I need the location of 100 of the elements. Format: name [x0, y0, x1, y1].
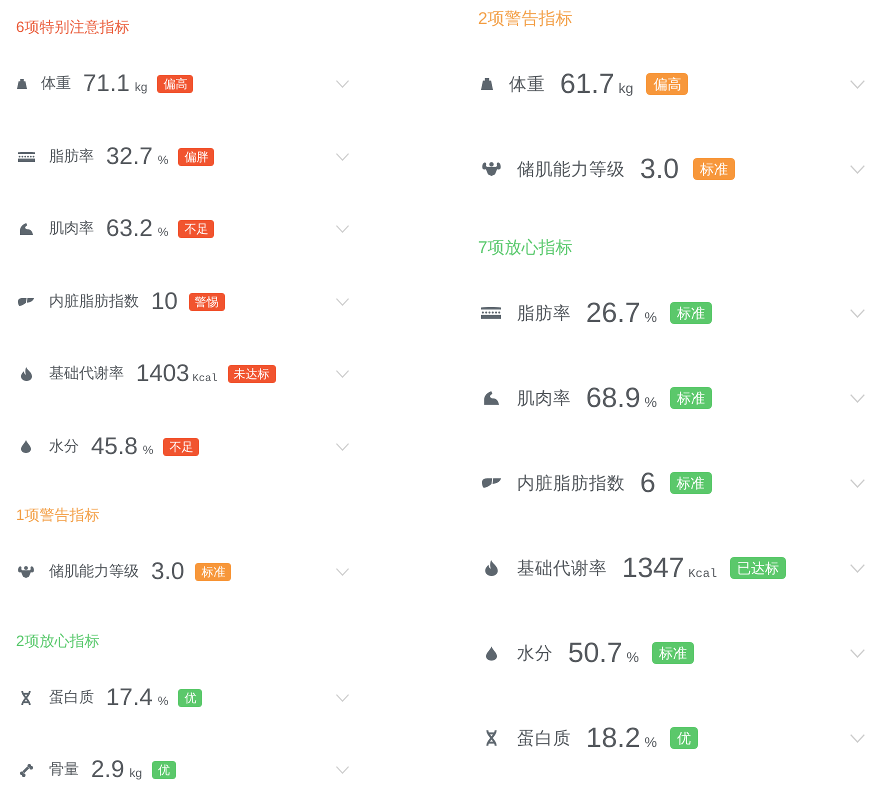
chevron-down-icon[interactable]: [335, 80, 350, 88]
unit-label: %: [142, 442, 154, 459]
chevron-down-icon[interactable]: [850, 80, 865, 88]
flame-icon: [20, 367, 32, 382]
metric-label: 体重: [509, 72, 545, 96]
chevron-down-icon[interactable]: [850, 308, 865, 318]
unit-label: %: [644, 393, 657, 412]
metric-label: 水分: [517, 642, 553, 665]
status-badge: 未达标: [228, 365, 276, 384]
section-title: 7项放心指标: [478, 238, 574, 258]
unit-label: kg: [134, 79, 148, 96]
metric-label: 基础代谢率: [49, 364, 124, 384]
status-badge: 偏胖: [178, 148, 214, 166]
metric-label: 储肌能力等级: [49, 562, 139, 582]
metric-value: 3.0: [151, 558, 184, 586]
metric-label: 内脏脂肪指数: [517, 472, 625, 495]
status-badge: 优: [178, 688, 202, 707]
metric-label: 蛋白质: [49, 688, 94, 708]
metric-label: 脂肪率: [517, 302, 571, 325]
chevron-down-icon[interactable]: [335, 694, 350, 702]
status-badge: 不足: [163, 438, 200, 456]
metric-value: 45.8: [91, 432, 138, 461]
unit-label: Kcal: [192, 372, 218, 388]
unit-label: kg: [618, 79, 634, 98]
metric-label: 储肌能力等级: [517, 158, 625, 181]
dna-icon: [486, 730, 496, 746]
unit-label: kg: [129, 765, 142, 782]
metric-value: 6: [640, 467, 656, 499]
metric-label: 肌肉率: [517, 386, 571, 410]
liver-icon: [482, 478, 500, 488]
metric-value: 50.7: [568, 637, 622, 669]
chevron-down-icon[interactable]: [335, 298, 350, 306]
unit-label: %: [158, 692, 168, 710]
section-title: 6项特别注意指标: [16, 18, 130, 38]
status-badge: 标准: [652, 642, 694, 664]
fat-layer-icon: [481, 307, 501, 319]
status-badge: 警惕: [188, 292, 225, 311]
chevron-down-icon[interactable]: [335, 442, 350, 451]
metric-label: 肌肉率: [49, 219, 94, 239]
metric-value: 1347: [622, 552, 684, 584]
metric-value: 10: [151, 288, 178, 316]
unit-label: %: [644, 308, 657, 327]
fat-layer-icon: [18, 152, 34, 162]
metric-label: 体重: [41, 74, 71, 94]
flame-icon: [484, 560, 498, 576]
status-badge: 标准: [195, 563, 232, 582]
section-title: 1项警告指标: [16, 506, 100, 526]
unit-label: %: [644, 733, 657, 752]
chevron-down-icon[interactable]: [335, 152, 350, 161]
chevron-down-icon[interactable]: [850, 648, 865, 658]
status-badge: 不足: [178, 220, 214, 238]
metric-value: 1403: [136, 360, 190, 388]
chevron-down-icon[interactable]: [850, 734, 865, 742]
metric-label: 蛋白质: [517, 726, 571, 750]
status-badge: 偏高: [646, 73, 688, 95]
metric-value: 68.9: [586, 382, 640, 414]
flexing-torso-icon: [18, 566, 34, 578]
status-badge: 标准: [670, 387, 712, 409]
chevron-down-icon[interactable]: [335, 766, 350, 774]
status-badge: 优: [670, 727, 698, 749]
metric-label: 水分: [49, 436, 79, 456]
chevron-down-icon[interactable]: [850, 394, 865, 402]
dna-icon: [21, 690, 31, 705]
chevron-down-icon[interactable]: [850, 164, 865, 174]
status-badge: 已达标: [730, 557, 786, 579]
status-badge: 优: [152, 761, 176, 780]
metric-value: 61.7: [560, 68, 614, 100]
metric-label: 骨量: [49, 760, 79, 780]
metric-value: 18.2: [586, 722, 640, 754]
metric-value: 26.7: [586, 297, 640, 329]
metric-value: 71.1: [83, 70, 130, 98]
metric-label: 内脏脂肪指数: [49, 292, 139, 312]
status-badge: 标准: [692, 158, 735, 180]
flexed-arm-icon: [19, 223, 33, 236]
status-badge: 标准: [670, 302, 712, 324]
bone-icon: [20, 764, 32, 777]
unit-label: %: [158, 152, 168, 169]
metric-label: 脂肪率: [49, 146, 94, 166]
metric-value: 17.4: [106, 684, 153, 712]
section-title: 2项警告指标: [478, 9, 574, 29]
chevron-down-icon[interactable]: [335, 225, 350, 234]
weight-icon: [481, 78, 493, 90]
metric-value: 3.0: [640, 153, 679, 185]
unit-label: %: [158, 224, 168, 242]
metric-label: 基础代谢率: [517, 556, 607, 580]
water-drop-icon: [486, 646, 496, 660]
chevron-down-icon[interactable]: [335, 568, 350, 576]
status-badge: 偏高: [157, 75, 194, 94]
flexing-torso-icon: [482, 162, 500, 176]
chevron-down-icon[interactable]: [850, 478, 865, 488]
weight-icon: [17, 79, 27, 90]
liver-icon: [18, 298, 34, 306]
flexed-arm-icon: [483, 391, 499, 405]
section-title: 2项放心指标: [16, 632, 100, 652]
status-badge: 标准: [670, 472, 712, 494]
metric-value: 32.7: [106, 142, 153, 171]
chevron-down-icon[interactable]: [850, 564, 865, 572]
metric-value: 2.9: [91, 756, 124, 784]
water-drop-icon: [21, 440, 31, 454]
chevron-down-icon[interactable]: [335, 370, 350, 378]
